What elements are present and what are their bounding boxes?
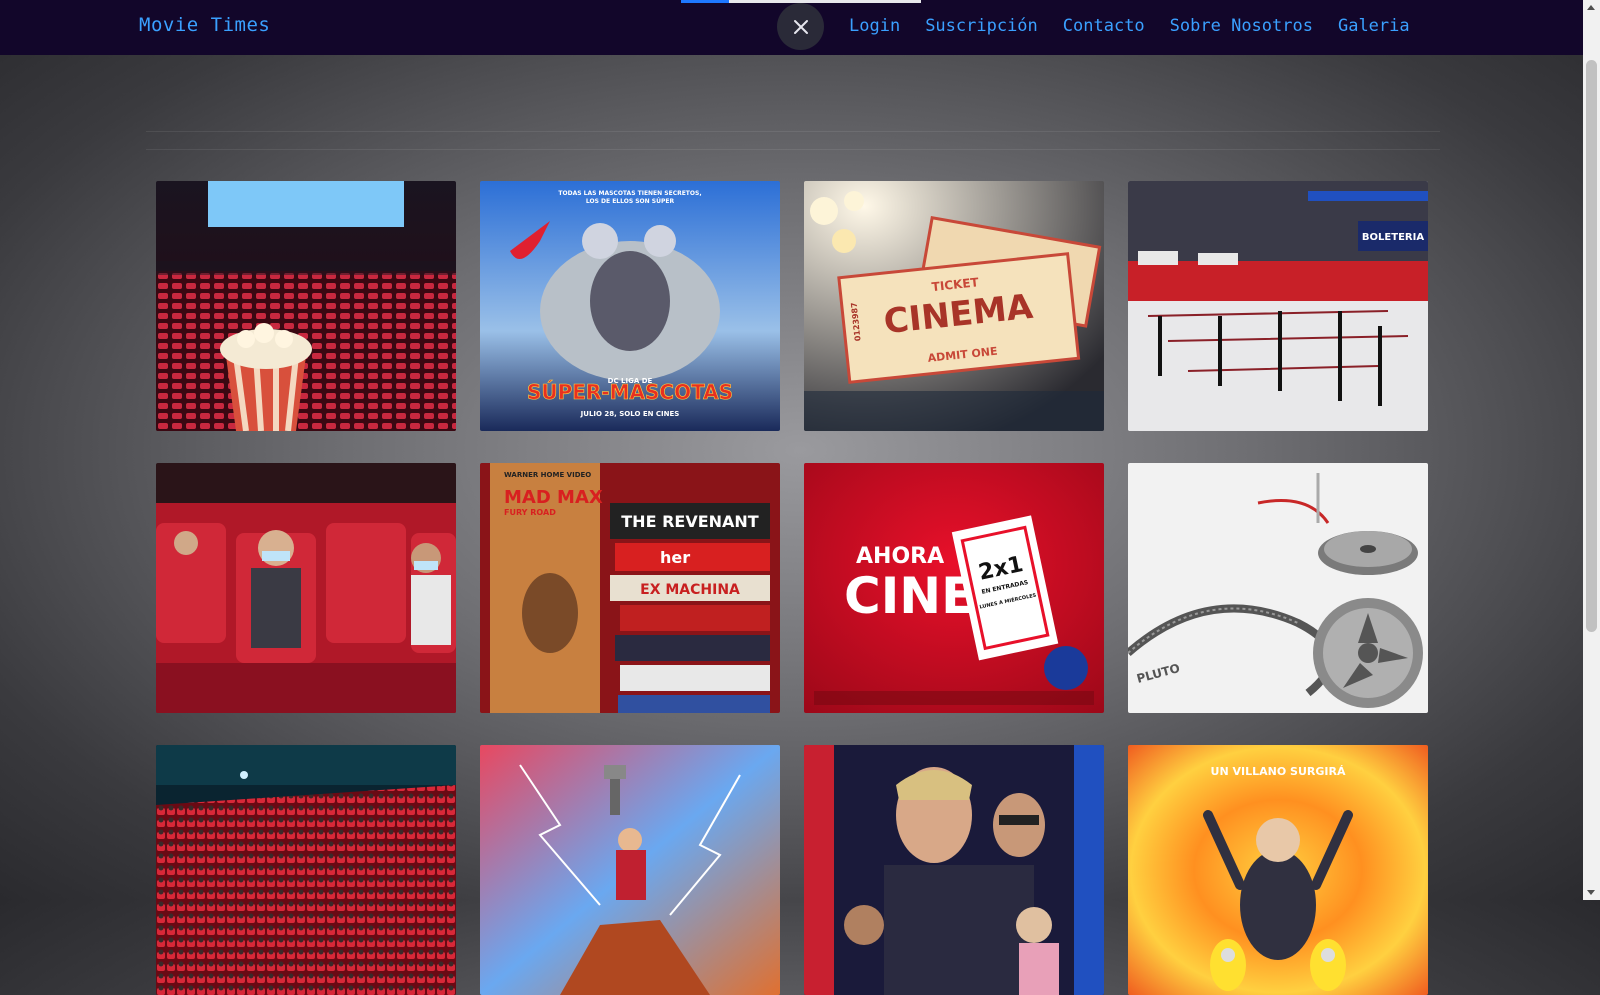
brand-logo[interactable]: Movie Times [139,14,270,36]
page-scrollbar[interactable] [1583,0,1600,900]
scroll-thumb[interactable] [1586,60,1597,632]
dvd-madmax: MAD MAX [504,487,603,508]
minions-tagline: UN VILLANO SURGIRÁ [1211,765,1346,778]
photo-popcorn-theater[interactable] [156,181,456,431]
photo-film-reels[interactable]: PLUTO [1128,463,1428,713]
nav-contacto[interactable]: Contacto [1063,16,1145,36]
top-navbar: Movie Times Login Suscripción Contacto S… [0,0,1583,55]
photo-box-office[interactable]: BOLETERIA [1128,181,1428,431]
progress-fill [681,0,729,3]
close-button[interactable] [777,3,824,50]
close-icon [793,19,808,34]
promo-cine: CINE [844,567,975,625]
poster-tagline: TODAS LAS MASCOTAS TIENEN SECRETOS, [558,190,701,197]
photo-audience-masks[interactable] [156,463,456,713]
dvd-her: her [660,548,690,567]
poster-title: SÚPER-MASCOTAS [527,380,733,404]
photo-thor-poster[interactable] [480,745,780,995]
dvd-furyroad: FURY ROAD [504,508,556,517]
photo-minions-poster[interactable]: UN VILLANO SURGIRÁ [1128,745,1428,995]
nav-login[interactable]: Login [849,16,900,36]
section-divider [146,131,1440,150]
photo-bullet-train-poster[interactable] [804,745,1104,995]
photo-cinema-tickets[interactable]: TICKET TICKET CINEMA ADMIT ONE 0123987 [804,181,1104,431]
photo-gallery: TODAS LAS MASCOTAS TIENEN SECRETOS, LOS … [156,181,1428,995]
boleteria-sign: BOLETERIA [1362,232,1424,243]
dvd-revenant: THE REVENANT [621,512,759,531]
photo-super-pets-poster[interactable]: TODAS LAS MASCOTAS TIENEN SECRETOS, LOS … [480,181,780,431]
scroll-down-icon[interactable] [1587,890,1595,895]
wb-label: WARNER HOME VIDEO [504,471,591,479]
nav-galeria[interactable]: Galeria [1338,16,1410,36]
nav-sobre-nosotros[interactable]: Sobre Nosotros [1170,16,1313,36]
main-nav: Login Suscripción Contacto Sobre Nosotro… [849,16,1410,36]
scroll-up-icon[interactable] [1587,5,1595,10]
promo-ahora: AHORA [856,544,944,569]
nav-suscripcion[interactable]: Suscripción [925,16,1038,36]
photo-red-auditorium[interactable] [156,745,456,995]
dvd-exmachina: EX MACHINA [640,582,740,598]
poster-date: JULIO 28, SOLO EN CINES [580,410,680,418]
poster-tagline-2: LOS DE ELLOS SON SÚPER [586,198,675,205]
photo-dvd-stack[interactable]: WARNER HOME VIDEO MAD MAX FURY ROAD THE … [480,463,780,713]
photo-ahora-cine[interactable]: AHORA CINE 2x1 EN ENTRADAS LUNES A MIÉRC… [804,463,1104,713]
